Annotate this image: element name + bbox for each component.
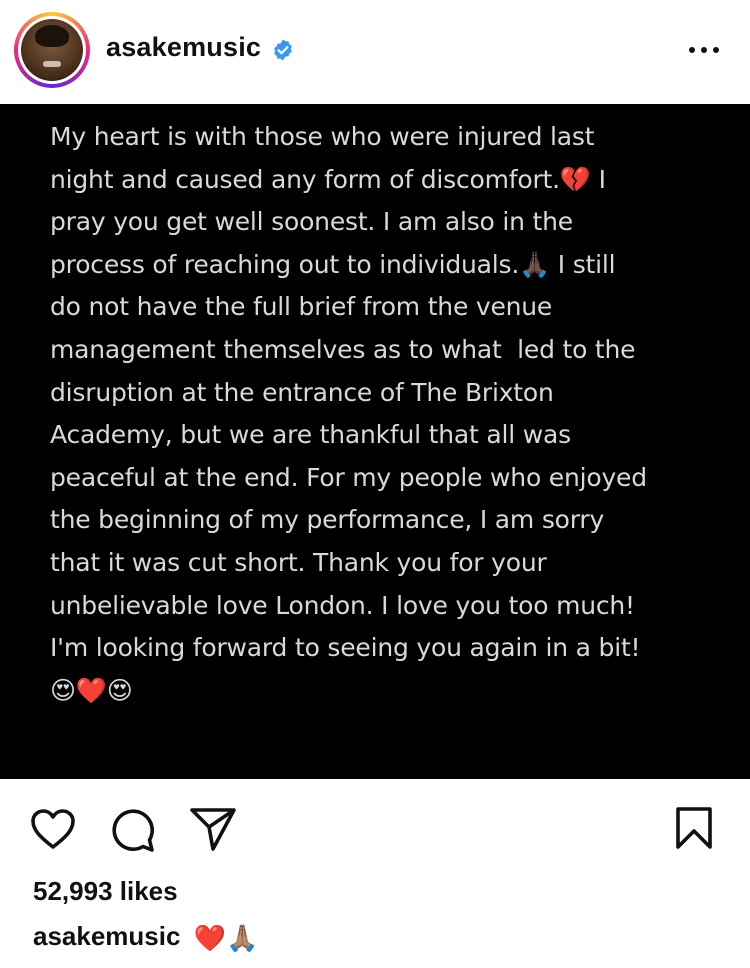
verified-badge-icon <box>274 39 292 61</box>
username[interactable]: asakemusic <box>106 32 261 63</box>
caption-text: ❤️🙏🏽 <box>193 922 259 953</box>
heart-icon[interactable] <box>30 808 76 850</box>
post-image[interactable]: My heart is with those who were injured … <box>0 104 750 779</box>
caption: asakemusic ❤️🙏🏽 <box>33 921 258 954</box>
likes-count[interactable]: 52,993 likes <box>33 876 178 907</box>
post-header: asakemusic <box>0 0 750 104</box>
post-image-text: My heart is with those who were injured … <box>50 122 647 705</box>
bookmark-icon[interactable] <box>674 806 714 850</box>
caption-username[interactable]: asakemusic <box>33 921 180 951</box>
story-ring[interactable] <box>14 12 90 88</box>
more-horizontal-icon[interactable] <box>686 40 722 60</box>
comment-icon[interactable] <box>109 807 155 853</box>
avatar[interactable] <box>21 19 83 81</box>
send-icon[interactable] <box>189 806 237 852</box>
action-bar <box>0 780 750 880</box>
